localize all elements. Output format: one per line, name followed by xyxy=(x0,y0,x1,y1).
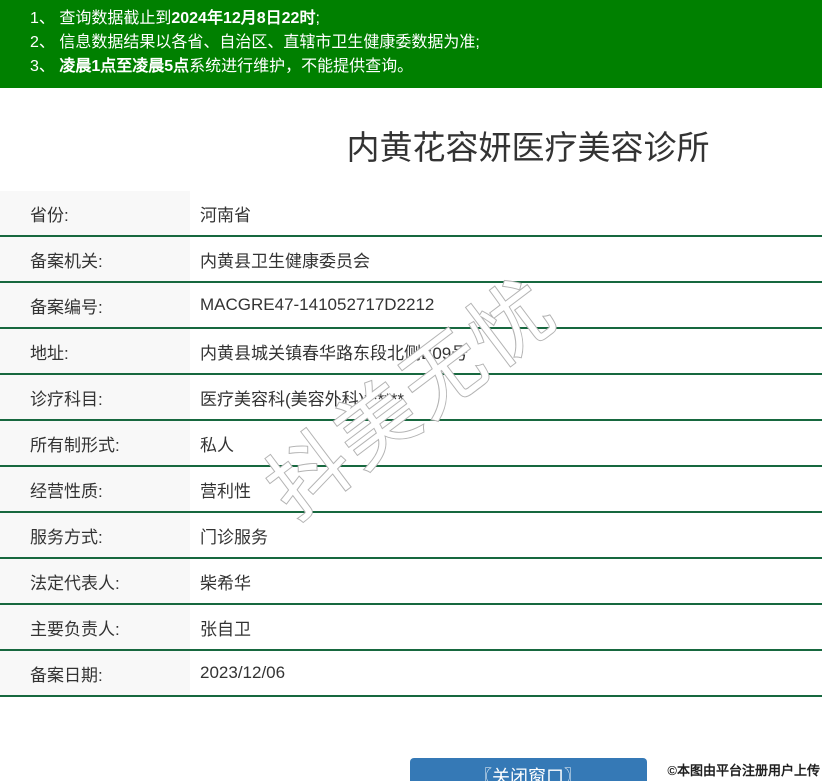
field-label: 备案机关: xyxy=(0,237,190,281)
notice-line-3-bold: 凌晨1点至凌晨5点 xyxy=(59,58,190,75)
close-window-button[interactable]: 〖关闭窗口〗 xyxy=(409,758,647,781)
table-row-filing-authority: 备案机关: 内黄县卫生健康委员会 xyxy=(0,237,822,283)
notice-line-1-text: 1、 查询数据截止到 xyxy=(30,10,172,27)
table-row-province: 省份: 河南省 xyxy=(0,191,822,237)
notice-banner: 1、 查询数据截止到2024年12月8日22时; 2、 信息数据结果以各省、自治… xyxy=(0,0,822,88)
table-row-filing-number: 备案编号: MACGRE47-141052717D2212 xyxy=(0,283,822,329)
notice-line-2-text: 2、 信息数据结果以各省、自治区、直辖市卫生健康委数据为准; xyxy=(30,34,480,51)
field-value: 柴希华 xyxy=(190,559,822,603)
table-row-principal: 主要负责人: 张自卫 xyxy=(0,605,822,651)
content-area: 内黄花容妍医疗美容诊所 省份: 河南省 备案机关: 内黄县卫生健康委员会 备案编… xyxy=(0,88,822,781)
field-value: 2023/12/06 xyxy=(190,651,822,695)
field-label: 经营性质: xyxy=(0,467,190,511)
table-row-filing-date: 备案日期: 2023/12/06 xyxy=(0,651,822,697)
field-value: 私人 xyxy=(190,421,822,465)
table-row-service-mode: 服务方式: 门诊服务 xyxy=(0,513,822,559)
page-title: 内黄花容妍医疗美容诊所 xyxy=(346,129,710,166)
field-label: 服务方式: xyxy=(0,513,190,557)
field-value: 营利性 xyxy=(190,467,822,511)
notice-line-3-text: 3、 xyxy=(30,58,60,75)
notice-line-1-post: ; xyxy=(315,10,320,27)
table-row-address: 地址: 内黄县城关镇春华路东段北侧B09号 xyxy=(0,329,822,375)
table-row-business-nature: 经营性质: 营利性 xyxy=(0,467,822,513)
field-value: MACGRE47-141052717D2212 xyxy=(190,283,822,327)
field-value: 河南省 xyxy=(190,191,822,235)
field-label: 主要负责人: xyxy=(0,605,190,649)
field-label: 法定代表人: xyxy=(0,559,190,603)
field-label: 备案日期: xyxy=(0,651,190,695)
field-label: 所有制形式: xyxy=(0,421,190,465)
notice-line-3-post: 系统进行维护，不能提供查询。 xyxy=(189,58,414,75)
notice-line-3: 3、 凌晨1点至凌晨5点系统进行维护，不能提供查询。 xyxy=(30,55,812,79)
notice-line-2: 2、 信息数据结果以各省、自治区、直辖市卫生健康委数据为准; xyxy=(30,31,812,55)
record-table: 省份: 河南省 备案机关: 内黄县卫生健康委员会 备案编号: MACGRE47-… xyxy=(0,191,822,697)
field-value: 内黄县卫生健康委员会 xyxy=(190,237,822,281)
table-row-ownership-form: 所有制形式: 私人 xyxy=(0,421,822,467)
notice-line-1: 1、 查询数据截止到2024年12月8日22时; xyxy=(30,7,812,31)
notice-line-1-bold: 2024年12月8日22时 xyxy=(171,10,316,27)
field-label: 诊疗科目: xyxy=(0,375,190,419)
field-value: 医疗美容科(美容外科)****** xyxy=(190,375,822,419)
field-label: 省份: xyxy=(0,191,190,235)
table-row-legal-representative: 法定代表人: 柴希华 xyxy=(0,559,822,605)
field-label: 地址: xyxy=(0,329,190,373)
field-value: 门诊服务 xyxy=(190,513,822,557)
table-row-treatment-subjects: 诊疗科目: 医疗美容科(美容外科)****** xyxy=(0,375,822,421)
field-value: 张自卫 xyxy=(190,605,822,649)
field-value: 内黄县城关镇春华路东段北侧B09号 xyxy=(190,329,822,373)
copyright-text: ©本图由平台注册用户上传 xyxy=(667,763,820,778)
field-label: 备案编号: xyxy=(0,283,190,327)
